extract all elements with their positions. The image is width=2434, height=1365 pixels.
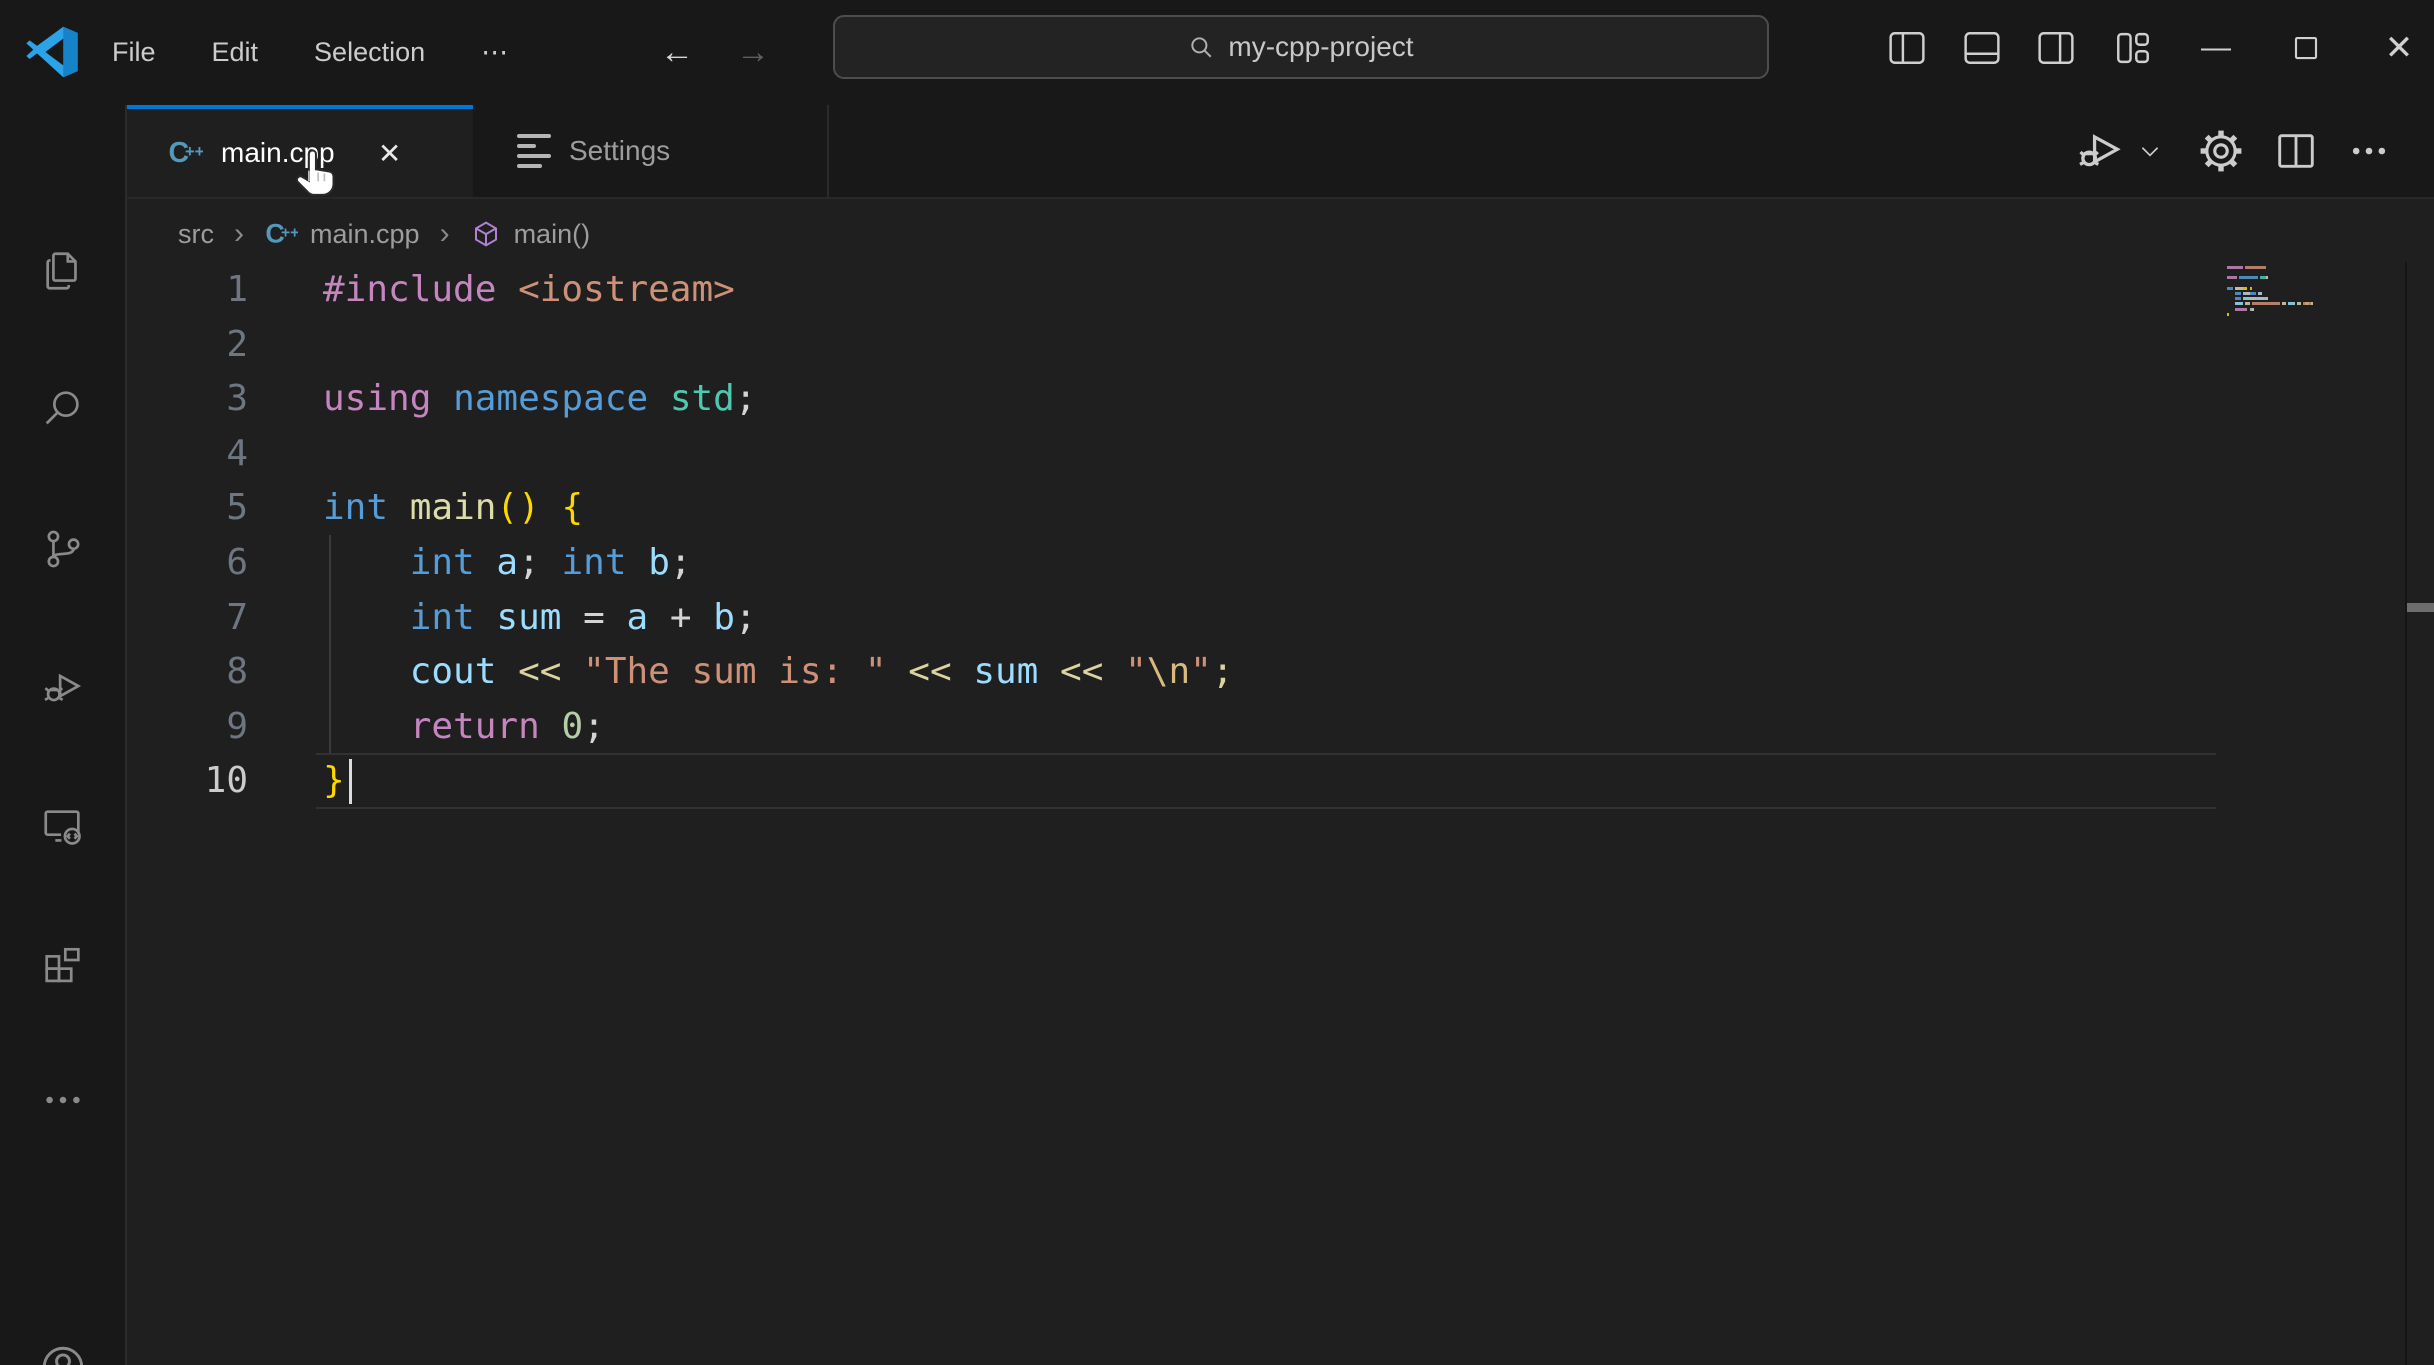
line-content: int sum = a + b; — [409, 596, 757, 638]
breadcrumb-separator: › — [234, 217, 244, 250]
toggle-sidebar-icon[interactable] — [1875, 0, 1939, 96]
gear-icon[interactable] — [2184, 126, 2258, 176]
code-line-4[interactable]: 4 — [127, 426, 323, 481]
cpp-file-icon: C ++ — [169, 137, 204, 169]
minimap[interactable] — [2227, 266, 2317, 318]
run-debug-icon[interactable] — [0, 647, 125, 727]
cpp-file-icon: C ++ — [265, 219, 298, 249]
maximize-icon[interactable] — [2274, 0, 2338, 96]
overview-ruler-mark — [2407, 603, 2434, 612]
line-content: return 0; — [409, 705, 605, 747]
menu-bar: File Edit Selection ⋯ — [112, 0, 511, 105]
mouse-hand-cursor — [295, 149, 335, 196]
command-center-label: my-cpp-project — [1228, 31, 1414, 62]
title-bar: File Edit Selection ⋯ ← → my-cpp-project — [0, 0, 2434, 105]
line-number: 6 — [226, 542, 248, 583]
text-cursor — [349, 759, 352, 804]
more-icon[interactable] — [0, 1060, 125, 1140]
symbol-cube-icon — [474, 221, 497, 247]
settings-list-icon — [517, 134, 551, 168]
toggle-secondary-sidebar-icon[interactable] — [2024, 0, 2088, 96]
history-navigation: ← → — [660, 0, 770, 105]
breadcrumb-folder[interactable]: src — [178, 219, 214, 250]
line-number: 7 — [226, 596, 248, 638]
go-forward-icon[interactable]: → — [736, 33, 770, 72]
breadcrumb-file[interactable]: C ++ main.cpp — [264, 217, 419, 251]
line-number: 3 — [226, 378, 248, 420]
svg-text:++: ++ — [185, 143, 203, 161]
code-line-1[interactable]: 1 #include <iostream> — [127, 262, 735, 317]
minimize-icon[interactable]: — — [2184, 0, 2248, 96]
line-number: 2 — [226, 323, 248, 365]
breadcrumb: src › C ++ main.cpp › main() — [178, 205, 590, 263]
menu-overflow-ellipsis-icon[interactable]: ⋯ — [481, 37, 511, 68]
code-line-8[interactable]: 8 cout << "The sum is: " << sum << "\n"; — [127, 644, 1234, 699]
toggle-panel-icon[interactable] — [1950, 0, 2014, 96]
line-number: 9 — [226, 705, 248, 747]
line-number: 4 — [226, 432, 248, 474]
command-center-search[interactable]: my-cpp-project — [833, 15, 1769, 79]
vscode-logo-icon — [26, 26, 78, 78]
line-content: int a; int b; — [409, 542, 692, 583]
search-icon — [1191, 37, 1212, 58]
code-editor[interactable]: 1 #include <iostream> 2 3 using namespace st… — [127, 262, 2407, 1365]
run-or-debug-icon[interactable] — [2070, 125, 2130, 177]
code-line-6[interactable]: 6 int a; int b; — [127, 535, 692, 590]
overview-ruler-border — [2405, 262, 2407, 1365]
search-icon[interactable] — [0, 369, 125, 449]
go-back-icon[interactable]: ← — [660, 33, 694, 72]
line-number: 1 — [226, 269, 248, 310]
breadcrumb-symbol[interactable]: main() — [470, 218, 590, 250]
line-content: #include <iostream> — [323, 269, 735, 310]
explorer-icon[interactable] — [0, 231, 125, 311]
menu-selection[interactable]: Selection — [314, 37, 425, 68]
code-line-9[interactable]: 9 return 0; — [127, 699, 605, 754]
tab-label: Settings — [569, 135, 671, 166]
line-content: } — [323, 760, 345, 802]
close-icon[interactable]: ✕ — [2367, 0, 2431, 96]
line-content: int main() { — [323, 487, 584, 529]
line-number: 5 — [226, 487, 248, 529]
run-dropdown-chevron-icon[interactable] — [2130, 138, 2170, 164]
editor-actions — [2070, 105, 2404, 197]
current-line-highlight — [316, 753, 2216, 809]
source-control-icon[interactable] — [0, 509, 125, 589]
line-number: 10 — [204, 760, 248, 802]
code-line-7[interactable]: 7 int sum = a + b; — [127, 590, 757, 645]
tab-settings[interactable]: Settings — [473, 105, 829, 197]
breadcrumb-separator: › — [439, 217, 450, 250]
code-line-5[interactable]: 5 int main() { — [127, 480, 583, 535]
customize-layout-icon[interactable] — [2101, 0, 2165, 96]
code-line-3[interactable]: 3 using namespace std; — [127, 371, 757, 426]
tab-close-icon[interactable]: ✕ — [369, 132, 411, 174]
code-line-2[interactable]: 2 — [127, 317, 323, 372]
extensions-icon[interactable] — [0, 925, 125, 1005]
activity-bar — [0, 105, 127, 1365]
more-actions-icon[interactable] — [2334, 129, 2404, 173]
line-content: cout << "The sum is: " << sum << "\n"; — [409, 651, 1234, 693]
remote-explorer-icon[interactable] — [0, 787, 125, 867]
svg-text:++: ++ — [281, 225, 298, 242]
account-icon[interactable] — [0, 1327, 125, 1365]
menu-file[interactable]: File — [112, 37, 156, 68]
split-editor-icon[interactable] — [2258, 128, 2334, 174]
line-number: 8 — [226, 651, 248, 693]
menu-edit[interactable]: Edit — [212, 37, 259, 68]
code-line-10[interactable]: 10} — [127, 753, 345, 808]
line-content: using namespace std; — [323, 378, 757, 420]
vscode-window: File Edit Selection ⋯ ← → my-cpp-project — [0, 0, 2434, 1365]
